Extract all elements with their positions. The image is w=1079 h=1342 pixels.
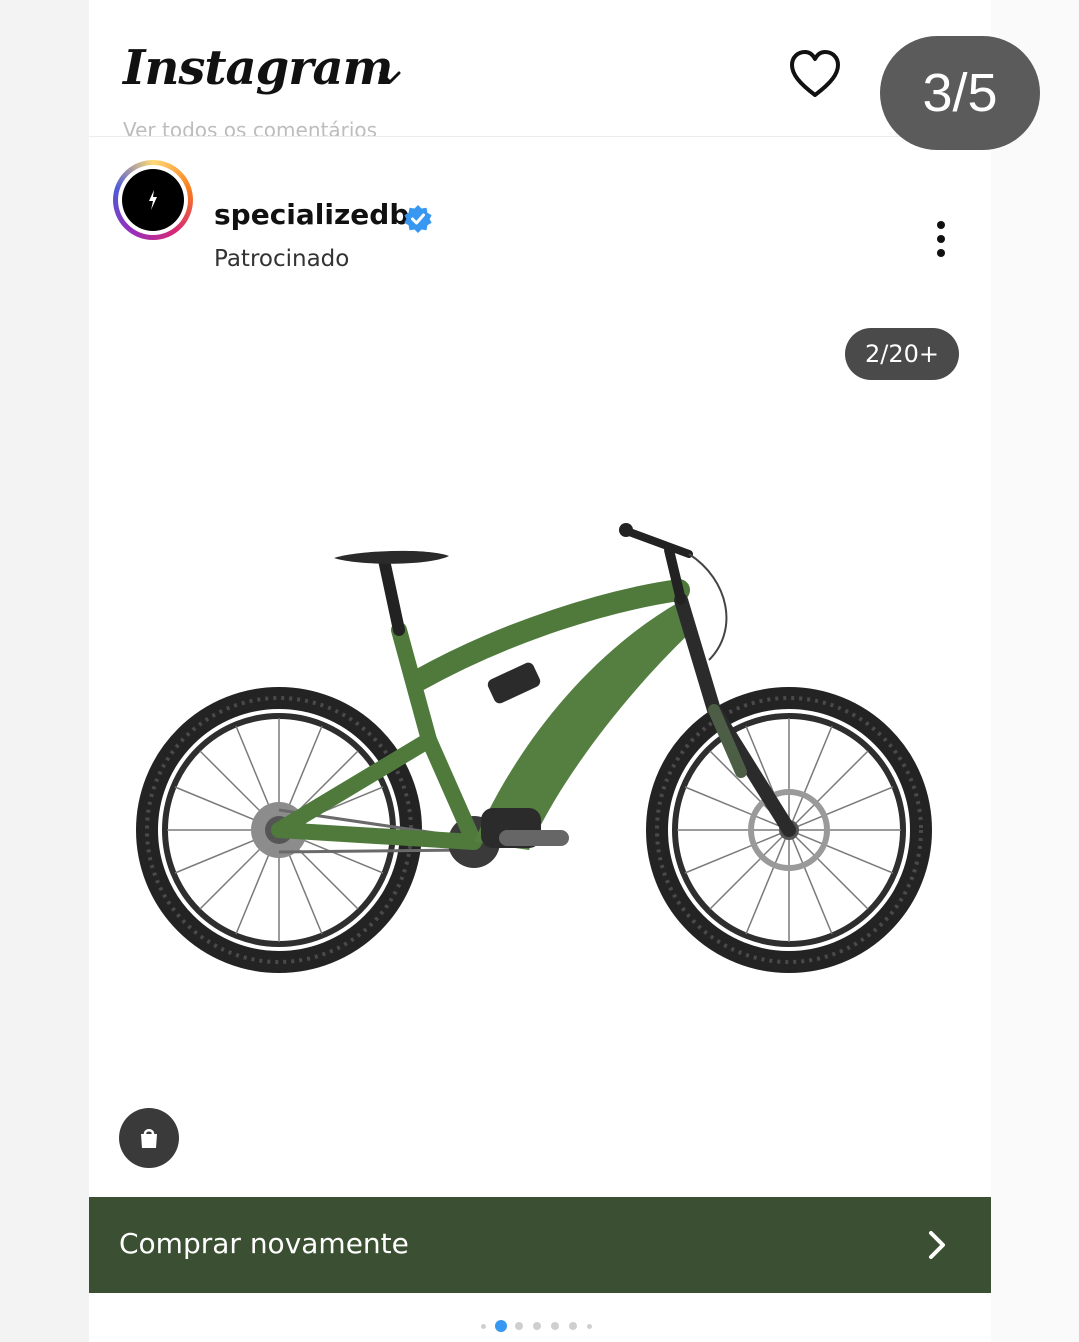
heart-icon[interactable] (789, 50, 841, 100)
specialized-logo-icon (149, 190, 157, 210)
cta-label: Comprar novamente (119, 1227, 409, 1260)
chevron-right-icon (929, 1231, 945, 1259)
carousel-indicator (477, 1318, 607, 1334)
sponsored-label: Patrocinado (214, 246, 350, 272)
post-media[interactable]: 2/20+ (89, 292, 991, 1196)
right-background (991, 0, 1079, 1342)
instagram-screen: Ver todos os comentários Instagram speci… (89, 0, 991, 1342)
carousel-dot (587, 1324, 592, 1329)
more-options-icon[interactable] (925, 218, 957, 260)
bike-image (136, 523, 932, 973)
shop-button[interactable] (119, 1108, 179, 1168)
shopping-bag-icon (141, 1129, 157, 1148)
carousel-dot (481, 1324, 486, 1329)
view-comments-link[interactable]: Ver todos os comentários (123, 118, 463, 136)
carousel-dot (533, 1322, 541, 1330)
post-username[interactable]: specializedbr (214, 198, 423, 231)
instagram-logo[interactable]: Instagram (123, 40, 393, 96)
verified-badge-icon (404, 205, 432, 233)
chevron-down-icon[interactable] (377, 68, 403, 88)
left-background (0, 0, 89, 1342)
carousel-dot (551, 1322, 559, 1330)
screenshot-counter: 3/5 (880, 36, 1040, 150)
avatar[interactable] (122, 169, 184, 231)
media-counter: 2/20+ (845, 328, 959, 380)
shop-again-button[interactable]: Comprar novamente (89, 1197, 991, 1293)
carousel-dot-active (495, 1320, 507, 1332)
app-header: Ver todos os comentários Instagram (89, 0, 991, 137)
carousel-dot (569, 1322, 577, 1330)
carousel-dot (515, 1322, 523, 1330)
